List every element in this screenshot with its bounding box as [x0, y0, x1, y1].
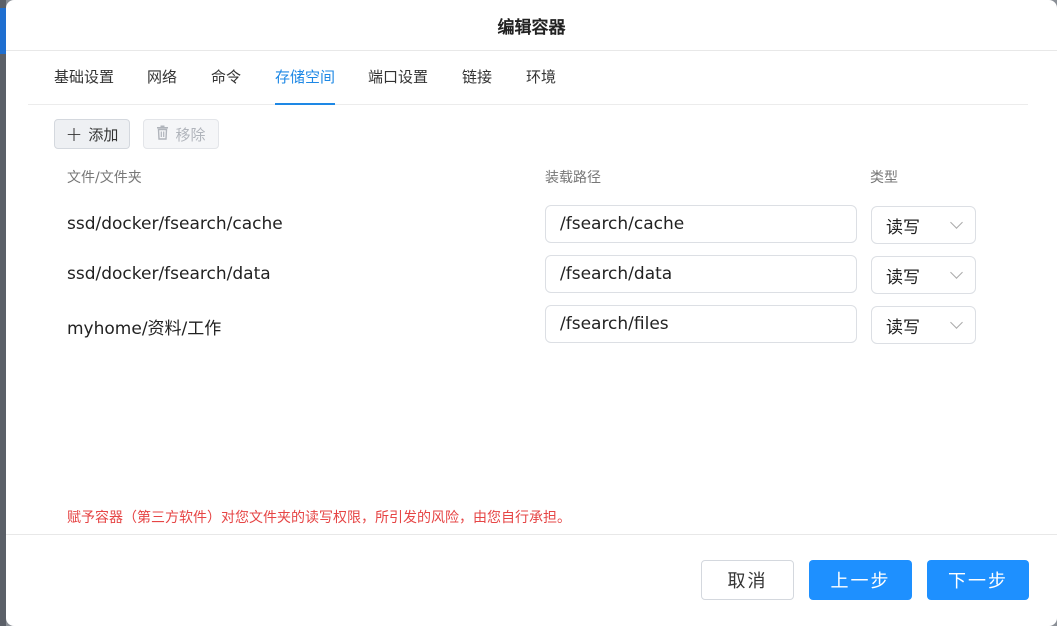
row-host-path: myhome/资料/工作 [67, 319, 222, 339]
remove-button[interactable]: 移除 [143, 119, 219, 149]
previous-step-button[interactable]: 上一步 [809, 560, 912, 600]
type-select[interactable]: 读写 [871, 206, 976, 244]
column-header-type: 类型 [870, 170, 898, 186]
remove-label: 移除 [175, 125, 206, 144]
column-header-host: 文件/文件夹 [67, 170, 142, 186]
tab-bar: 基础设置 网络 命令 存储空间 端口设置 链接 环境 [28, 52, 1028, 105]
plus-icon: + [65, 122, 83, 146]
edit-container-dialog: 编辑容器 基础设置 网络 命令 存储空间 端口设置 链接 环境 + 添加 移除 … [6, 0, 1057, 626]
chevron-down-icon [950, 316, 963, 329]
tab-links[interactable]: 链接 [462, 52, 492, 104]
cancel-button[interactable]: 取消 [701, 560, 794, 600]
type-select-value: 读写 [886, 267, 920, 288]
type-select[interactable]: 读写 [871, 256, 976, 294]
type-select-value: 读写 [886, 317, 920, 338]
tab-network[interactable]: 网络 [147, 52, 177, 104]
tab-environment[interactable]: 环境 [526, 52, 556, 104]
row-host-path: ssd/docker/fsearch/cache [67, 214, 283, 234]
mount-path-input[interactable] [545, 305, 857, 343]
trash-icon [156, 125, 169, 144]
add-label: 添加 [88, 125, 119, 144]
column-header-mount: 装载路径 [545, 170, 601, 186]
mount-path-input[interactable] [545, 205, 857, 243]
tab-port-settings[interactable]: 端口设置 [368, 52, 428, 104]
dialog-footer: 取消 上一步 下一步 [6, 534, 1057, 626]
next-step-button[interactable]: 下一步 [927, 560, 1029, 600]
dialog-title: 编辑容器 [497, 17, 566, 38]
tab-command[interactable]: 命令 [211, 52, 241, 104]
row-host-path: ssd/docker/fsearch/data [67, 264, 271, 284]
add-button[interactable]: + 添加 [54, 119, 130, 149]
dialog-header: 编辑容器 [6, 0, 1057, 51]
mount-path-input[interactable] [545, 255, 857, 293]
type-select[interactable]: 读写 [871, 306, 976, 344]
tab-basic-settings[interactable]: 基础设置 [54, 52, 114, 104]
tab-storage[interactable]: 存储空间 [275, 52, 336, 105]
risk-warning: 赋予容器（第三方软件）对您文件夹的读写权限，所引发的风险，由您自行承担。 [67, 510, 571, 526]
chevron-down-icon [950, 216, 963, 229]
type-select-value: 读写 [886, 217, 920, 238]
chevron-down-icon [950, 266, 963, 279]
